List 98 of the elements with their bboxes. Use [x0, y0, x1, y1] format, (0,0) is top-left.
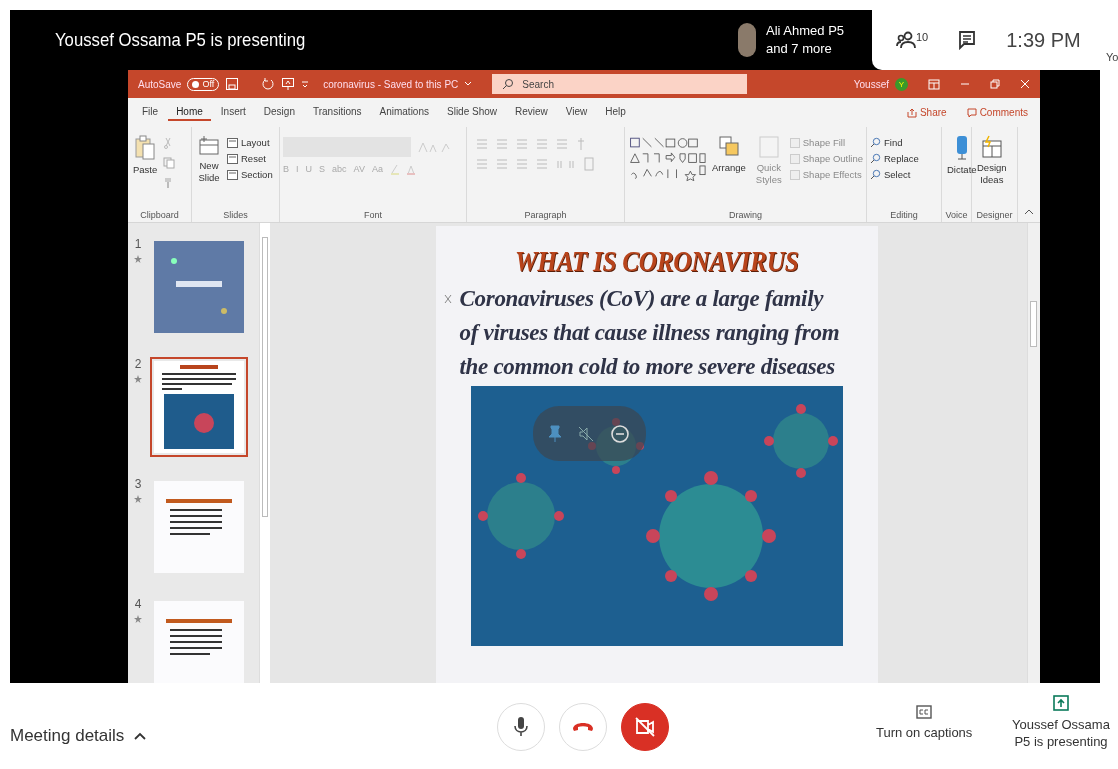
ribbon-tab[interactable]: Design — [255, 104, 303, 121]
slide-number: 1 — [134, 237, 142, 251]
ribbon-tab[interactable]: Slide Show — [439, 104, 505, 121]
bullet-icon — [443, 294, 452, 304]
presentation-icon[interactable] — [281, 77, 296, 91]
phone-icon — [572, 722, 594, 732]
slide-number: 3 — [134, 477, 142, 491]
slides-option[interactable]: Reset — [227, 153, 273, 164]
slide-number: 4 — [134, 597, 142, 611]
comment-icon — [966, 107, 977, 118]
paste-button[interactable]: Paste — [131, 131, 160, 180]
people-button[interactable]: 10 — [896, 31, 929, 49]
group-label: Slides — [222, 210, 249, 220]
ribbon-tab[interactable]: Review — [507, 104, 556, 121]
star-icon — [134, 615, 142, 623]
ribbon-display-icon[interactable] — [928, 78, 940, 90]
autosave-label: AutoSave — [138, 78, 182, 90]
new-slide-button[interactable]: New Slide — [195, 131, 223, 188]
clipboard-icon — [134, 135, 157, 161]
mute-icon[interactable] — [577, 424, 595, 443]
editing-option[interactable]: Find — [870, 137, 919, 148]
caret-icon — [134, 732, 147, 740]
group-label: Drawing — [728, 210, 763, 220]
document-title[interactable]: coronavirus - Saved to this PC — [323, 78, 459, 90]
save-icon[interactable] — [225, 77, 240, 91]
tool-icon — [870, 137, 881, 148]
ribbon-tab[interactable]: Home — [168, 104, 211, 121]
quick-styles-icon — [757, 135, 780, 159]
presenting-button[interactable]: Youssef Ossama P5 is presenting — [1008, 695, 1114, 751]
undo-icon[interactable] — [261, 77, 276, 91]
microphone-button[interactable] — [497, 703, 545, 751]
people-icon — [896, 31, 916, 49]
search-icon — [502, 78, 515, 90]
star-icon — [134, 495, 142, 503]
layout-icon — [227, 153, 238, 164]
slide-number: 2 — [134, 357, 142, 371]
ribbon-tab[interactable]: File — [134, 104, 167, 121]
search-field[interactable]: Search — [492, 74, 748, 94]
design-ideas-icon — [980, 135, 1003, 159]
presenting-status-text: Youssef Ossama P5 is presenting — [55, 29, 306, 51]
customize-icon[interactable] — [301, 79, 310, 89]
clock-time: 1:39 PM — [1006, 28, 1081, 52]
participants-text: Ali Ahmed P5 and 7 more — [766, 21, 845, 58]
tool-icon — [870, 153, 881, 164]
present-icon — [1053, 695, 1069, 711]
restore-icon[interactable] — [990, 79, 1000, 89]
share-icon — [906, 107, 917, 118]
share-button[interactable]: Share — [900, 106, 953, 119]
slides-option[interactable]: Section — [227, 169, 273, 180]
camera-button[interactable] — [621, 703, 669, 751]
ribbon-tab[interactable]: Transitions — [304, 104, 370, 121]
ribbon-tab[interactable]: Animations — [371, 104, 437, 121]
editing-option[interactable]: Replace — [870, 153, 919, 164]
ribbon-tab[interactable]: Insert — [212, 104, 254, 121]
star-icon — [134, 375, 142, 383]
group-label: Designer — [975, 210, 1014, 220]
star-icon — [134, 255, 142, 263]
meeting-details-button[interactable]: Meeting details — [10, 726, 147, 746]
slide-title: WHAT IS CORONAVIRUS — [514, 244, 799, 278]
shape-style-icon — [789, 137, 800, 148]
pin-icon[interactable] — [548, 424, 562, 443]
remove-icon[interactable] — [610, 423, 630, 444]
close-icon[interactable] — [1020, 79, 1030, 89]
slides-option[interactable]: Layout — [227, 137, 273, 148]
ribbon-tab[interactable]: View — [557, 104, 596, 121]
group-label: Font — [363, 210, 383, 220]
chat-icon[interactable] — [958, 30, 977, 50]
group-label: Clipboard — [139, 210, 180, 220]
slide-bullet-text: Coronaviruses (CoV) are a large family of viruses that cause illness ranging from the common cold to more severe diseases — [459, 285, 841, 381]
scrollbar[interactable] — [1027, 223, 1040, 683]
shape-style-icon — [789, 169, 800, 180]
camera-off-icon — [634, 716, 656, 738]
group-label: Paragraph — [523, 210, 568, 220]
arrange-icon — [717, 135, 740, 159]
group-label: Voice — [945, 210, 968, 220]
collapse-ribbon-icon[interactable] — [1024, 208, 1034, 216]
microphone-icon — [514, 716, 528, 738]
hang-up-button[interactable] — [559, 703, 607, 751]
microphone-icon — [954, 135, 969, 161]
group-label: Editing — [889, 210, 919, 220]
format-painter-icon — [163, 177, 174, 189]
shape-style-icon — [789, 153, 800, 164]
scrollbar[interactable] — [259, 223, 270, 683]
avatar-placeholder — [738, 23, 756, 57]
user-name: Youssef — [853, 78, 889, 90]
captions-icon — [916, 705, 933, 719]
copy-icon — [163, 157, 176, 169]
ribbon-tab[interactable]: Help — [597, 104, 634, 121]
new-slide-icon — [197, 135, 221, 157]
side-label: Yo — [1106, 51, 1118, 63]
comments-button[interactable]: Comments — [960, 106, 1034, 119]
layout-icon — [227, 137, 238, 148]
caret-icon — [464, 81, 473, 87]
tool-icon — [870, 169, 881, 180]
arrange-button[interactable]: Arrange — [709, 131, 748, 178]
layout-icon — [227, 169, 238, 180]
captions-button[interactable]: Turn on captions — [876, 705, 973, 742]
editing-option[interactable]: Select — [870, 169, 919, 180]
